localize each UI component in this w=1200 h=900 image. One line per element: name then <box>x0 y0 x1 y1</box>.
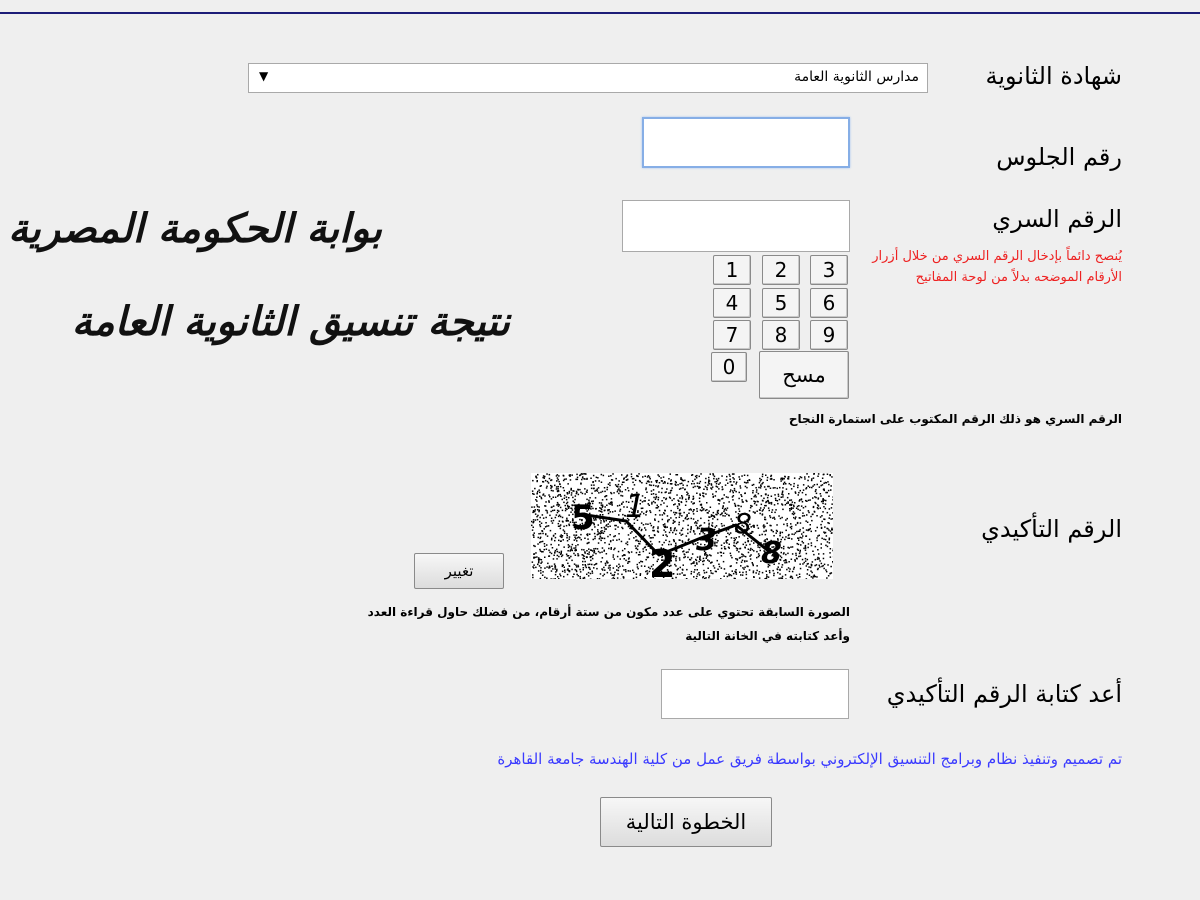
keypad-key-8[interactable]: 8 <box>762 320 800 350</box>
secret-number-advice: يُنصح دائماً بإدخال الرقم السري من خلال … <box>872 249 1122 285</box>
top-border-line <box>0 12 1200 14</box>
captcha-note-line2: وأعد كتابته في الخانة التالية <box>685 629 850 643</box>
next-step-button[interactable]: الخطوة التالية <box>600 797 772 847</box>
keypad-key-9[interactable]: 9 <box>810 320 848 350</box>
keypad-key-6[interactable]: 6 <box>810 288 848 318</box>
captcha-digit: 8 <box>761 536 782 571</box>
keypad-key-1[interactable]: 1 <box>713 255 751 285</box>
certificate-select[interactable]: مدارس الثانوية العامة ▼ <box>248 63 928 93</box>
keypad-key-0[interactable]: 0 <box>711 352 747 382</box>
captcha-digit: 2 <box>649 542 675 579</box>
keypad-key-4[interactable]: 4 <box>713 288 751 318</box>
captcha-note-line1: الصورة السابقة تحتوي على عدد مكون من ستة… <box>367 605 850 619</box>
keypad-key-3[interactable]: 3 <box>810 255 848 285</box>
secret-number-input[interactable] <box>622 200 850 252</box>
change-captcha-button[interactable]: تغيير <box>414 553 504 589</box>
secret-number-label: الرقم السري <box>992 205 1122 233</box>
certificate-select-value: مدارس الثانوية العامة <box>794 69 919 85</box>
certificate-label: شهادة الثانوية <box>985 62 1122 90</box>
overlay-title-portal: بوابة الحكومة المصرية <box>8 205 382 252</box>
overlay-title-result: نتيجة تنسيق الثانوية العامة <box>71 298 510 345</box>
keypad-key-2[interactable]: 2 <box>762 255 800 285</box>
captcha-label: الرقم التأكيدي <box>981 515 1122 543</box>
secret-number-note: الرقم السري هو ذلك الرقم المكتوب على است… <box>788 412 1122 426</box>
keypad-key-5[interactable]: 5 <box>762 288 800 318</box>
captcha-digit: 3 <box>696 523 717 558</box>
captcha-digit: 8 <box>734 507 752 540</box>
captcha-digit: 5 <box>571 498 595 538</box>
retype-captcha-input[interactable] <box>661 669 849 719</box>
dropdown-arrow-icon: ▼ <box>259 69 269 83</box>
keypad-key-7[interactable]: 7 <box>713 320 751 350</box>
captcha-image: 5 1 2 3 8 8 <box>531 473 833 579</box>
captcha-digit: 1 <box>625 487 645 525</box>
keypad-clear-button[interactable]: مسح <box>759 351 849 399</box>
credits-link[interactable]: تم تصميم وتنفيذ نظام وبرامج التنسيق الإل… <box>497 750 1122 768</box>
seat-number-input[interactable] <box>642 117 850 168</box>
seat-number-label: رقم الجلوس <box>996 143 1122 171</box>
retype-captcha-label: أعد كتابة الرقم التأكيدي <box>886 680 1122 708</box>
